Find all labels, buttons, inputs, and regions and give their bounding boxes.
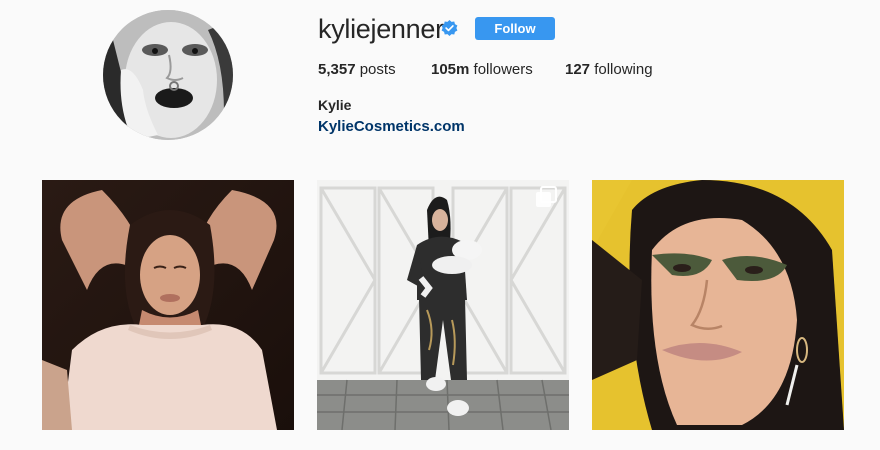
posts-count: 5,357 xyxy=(318,61,356,78)
profile-website-link[interactable]: KylieCosmetics.com xyxy=(318,118,465,135)
profile-username: kyliejenner xyxy=(318,14,444,44)
posts-count-stat: 5,357 posts xyxy=(318,61,396,78)
profile-full-name: Kylie xyxy=(318,97,352,113)
following-label: following xyxy=(594,61,653,78)
post-thumbnail[interactable] xyxy=(592,180,844,430)
verified-badge-icon xyxy=(441,20,458,36)
posts-label: posts xyxy=(359,61,396,78)
followers-count-stat[interactable]: 105m followers xyxy=(431,61,533,78)
followers-count: 105m xyxy=(431,61,470,78)
post-image xyxy=(592,180,844,430)
post-image xyxy=(317,180,569,430)
post-thumbnail[interactable] xyxy=(317,180,569,430)
following-count-stat[interactable]: 127 following xyxy=(565,61,653,78)
following-count: 127 xyxy=(565,61,591,78)
post-thumbnail[interactable] xyxy=(42,180,294,430)
multiple-photos-icon xyxy=(536,186,557,207)
avatar-image xyxy=(103,10,233,140)
followers-label: followers xyxy=(473,61,533,78)
follow-button[interactable]: Follow xyxy=(475,17,555,40)
post-image xyxy=(42,180,294,430)
profile-avatar[interactable] xyxy=(103,10,233,140)
